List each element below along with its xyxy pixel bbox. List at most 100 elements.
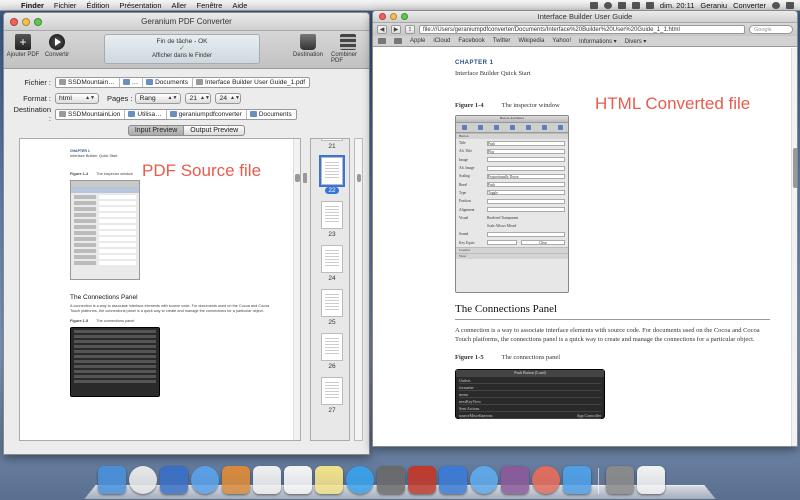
file-crumb-0[interactable]: SSDMountain…: [68, 79, 115, 86]
search-field[interactable]: Google: [749, 25, 793, 34]
tab-output-preview[interactable]: Output Preview: [183, 125, 246, 136]
address-field[interactable]: file:///Users/geraniumpdfconverter/Docum…: [419, 25, 745, 34]
bookmark-icloud[interactable]: iCloud: [433, 38, 450, 44]
top-sites-icon[interactable]: [394, 38, 402, 44]
menu-fenetre[interactable]: Fenêtre: [192, 1, 228, 10]
browser-scrollbar[interactable]: [791, 48, 797, 446]
thumb-label: 25: [328, 319, 336, 326]
thumb-page[interactable]: [321, 245, 343, 273]
forward-button[interactable]: ▶: [391, 25, 401, 34]
converter-titlebar[interactable]: Geranium PDF Converter: [4, 13, 369, 31]
thumb-page[interactable]: [321, 289, 343, 317]
file-crumb-3[interactable]: Interface Builder User Guide_1.pdf: [205, 79, 305, 86]
bookmark-wikipedia[interactable]: Wikipedia: [518, 38, 544, 44]
notes-icon[interactable]: [315, 466, 343, 494]
destination-path-control[interactable]: SSDMountainLion Utilisa… geraniumpdfconv…: [55, 108, 297, 120]
thumb-page[interactable]: [321, 139, 343, 141]
menu-fichier[interactable]: Fichier: [49, 1, 82, 10]
split-handle[interactable]: [303, 173, 307, 183]
share-button[interactable]: ⇪: [405, 25, 415, 34]
app-store-icon[interactable]: [532, 466, 560, 494]
destination-row: Destination : SSDMountainLion Utilisa… g…: [10, 105, 363, 123]
wifi-icon[interactable]: [617, 1, 626, 9]
notification-center-icon[interactable]: [786, 1, 794, 9]
show-in-finder-link[interactable]: Afficher dans le Finder: [105, 53, 259, 59]
reading-list-icon[interactable]: [378, 38, 386, 44]
trash-icon[interactable]: [637, 466, 665, 494]
menu-presentation[interactable]: Présentation: [114, 1, 166, 10]
source-document: CHAPTER 1 Interface Builder Quick Start …: [70, 149, 270, 397]
system-preferences-icon[interactable]: [563, 466, 591, 494]
add-pdf-button[interactable]: Ajouter PDF: [6, 34, 40, 58]
destination-button[interactable]: Destination: [291, 34, 325, 64]
battery-icon[interactable]: [645, 1, 654, 9]
inspector-row-label: Sound: [459, 232, 469, 237]
browser-titlebar[interactable]: Interface Builder User Guide: [373, 11, 797, 23]
bookmark-twitter[interactable]: Twitter: [493, 38, 511, 44]
dest-crumb-2[interactable]: geraniumpdfconverter: [179, 111, 242, 118]
thumb-label: 23: [328, 231, 336, 238]
converter-window: Geranium PDF Converter Ajouter PDF Conve…: [3, 12, 370, 455]
launchpad-icon[interactable]: [129, 466, 157, 494]
document-icon[interactable]: [606, 466, 634, 494]
dest-crumb-0[interactable]: SSDMountainLion: [68, 111, 120, 118]
messages-icon[interactable]: [346, 466, 374, 494]
inspector-row-value: Scale Allows Mixed: [487, 224, 517, 229]
preview-scrollbar[interactable]: [293, 139, 300, 440]
contacts-icon[interactable]: [253, 466, 281, 494]
thumb-page[interactable]: [321, 201, 343, 229]
bookmark-facebook[interactable]: Facebook: [458, 38, 484, 44]
spotlight-icon[interactable]: [772, 1, 780, 9]
file-crumb-1[interactable]: …: [132, 79, 139, 86]
finder-icon[interactable]: [98, 466, 126, 494]
convert-button[interactable]: Convertir: [40, 34, 74, 58]
mail-icon[interactable]: [222, 466, 250, 494]
destination-label: Destination: [292, 52, 324, 58]
thumb-page[interactable]: [321, 333, 343, 361]
inspector-row-value: [487, 207, 565, 213]
tab-input-preview[interactable]: Input Preview: [127, 125, 184, 136]
thumb-page[interactable]: [321, 377, 343, 405]
bluetooth-icon[interactable]: [603, 1, 612, 9]
menu-app[interactable]: Finder: [16, 1, 49, 10]
zoom-button[interactable]: [401, 13, 408, 20]
minimize-button[interactable]: [22, 17, 30, 26]
thumbnail-scrollbar[interactable]: [354, 138, 363, 441]
menu-user[interactable]: Geraniu: [700, 1, 727, 10]
bookmark-yahoo[interactable]: Yahoo!: [552, 38, 571, 44]
zoom-button[interactable]: [34, 17, 42, 26]
back-button[interactable]: ◀: [377, 25, 387, 34]
menu-aide[interactable]: Aide: [227, 1, 252, 10]
close-button[interactable]: [10, 17, 18, 26]
dest-crumb-1[interactable]: Utilisa…: [137, 111, 161, 118]
bookmark-divers[interactable]: Divers ▾: [625, 38, 647, 45]
close-button[interactable]: [379, 13, 386, 20]
format-select[interactable]: html ▲▼: [55, 92, 99, 104]
html-fig1-num: Figure 1-4: [455, 102, 484, 109]
bookmark-apple[interactable]: Apple: [410, 38, 425, 44]
page-from-stepper[interactable]: 21 ▲▼: [185, 92, 212, 104]
photo-booth-icon[interactable]: [408, 466, 436, 494]
minimize-button[interactable]: [390, 13, 397, 20]
facetime-icon[interactable]: [377, 466, 405, 494]
combine-pdf-button[interactable]: Combiner PDF: [331, 34, 365, 64]
file-crumb-2[interactable]: Documents: [155, 79, 188, 86]
menu-edition[interactable]: Édition: [81, 1, 114, 10]
thumb-page-selected[interactable]: [319, 155, 345, 187]
menu-app-right[interactable]: Converter: [733, 1, 766, 10]
menu-aller[interactable]: Aller: [167, 1, 192, 10]
volume-icon[interactable]: [631, 1, 640, 9]
file-path-control[interactable]: SSDMountain… … Documents Interface Build…: [55, 76, 311, 88]
itunes-icon[interactable]: [470, 466, 498, 494]
calendar-icon[interactable]: [284, 466, 312, 494]
safari-icon[interactable]: [191, 466, 219, 494]
page-to-stepper[interactable]: 24 ▲▼: [215, 92, 242, 104]
bookmark-informations[interactable]: Informations ▾: [579, 38, 617, 45]
pdf-converter-icon[interactable]: [501, 466, 529, 494]
iphoto-icon[interactable]: [439, 466, 467, 494]
timemachine-icon[interactable]: [589, 1, 598, 9]
pages-select[interactable]: Rang ▲▼: [135, 92, 182, 104]
mission-control-icon[interactable]: [160, 466, 188, 494]
menu-clock[interactable]: dim. 20:11: [660, 1, 694, 10]
dest-crumb-3[interactable]: Documents: [259, 111, 292, 118]
